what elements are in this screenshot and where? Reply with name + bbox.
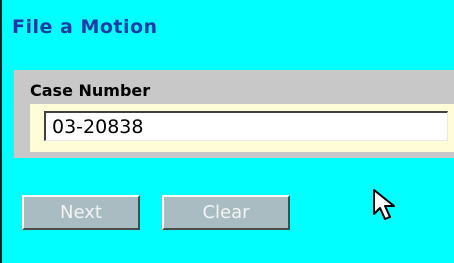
page-title: File a Motion [12,16,158,38]
case-number-section: Case Number [14,70,454,158]
case-number-field-well [30,104,454,152]
next-button[interactable]: Next [22,195,140,230]
case-number-input[interactable] [44,111,448,141]
mouse-pointer-icon [373,189,395,220]
motion-form-page: File a Motion Case Number Next Clear [0,0,454,263]
case-number-label: Case Number [30,81,151,100]
clear-button[interactable]: Clear [162,195,290,230]
